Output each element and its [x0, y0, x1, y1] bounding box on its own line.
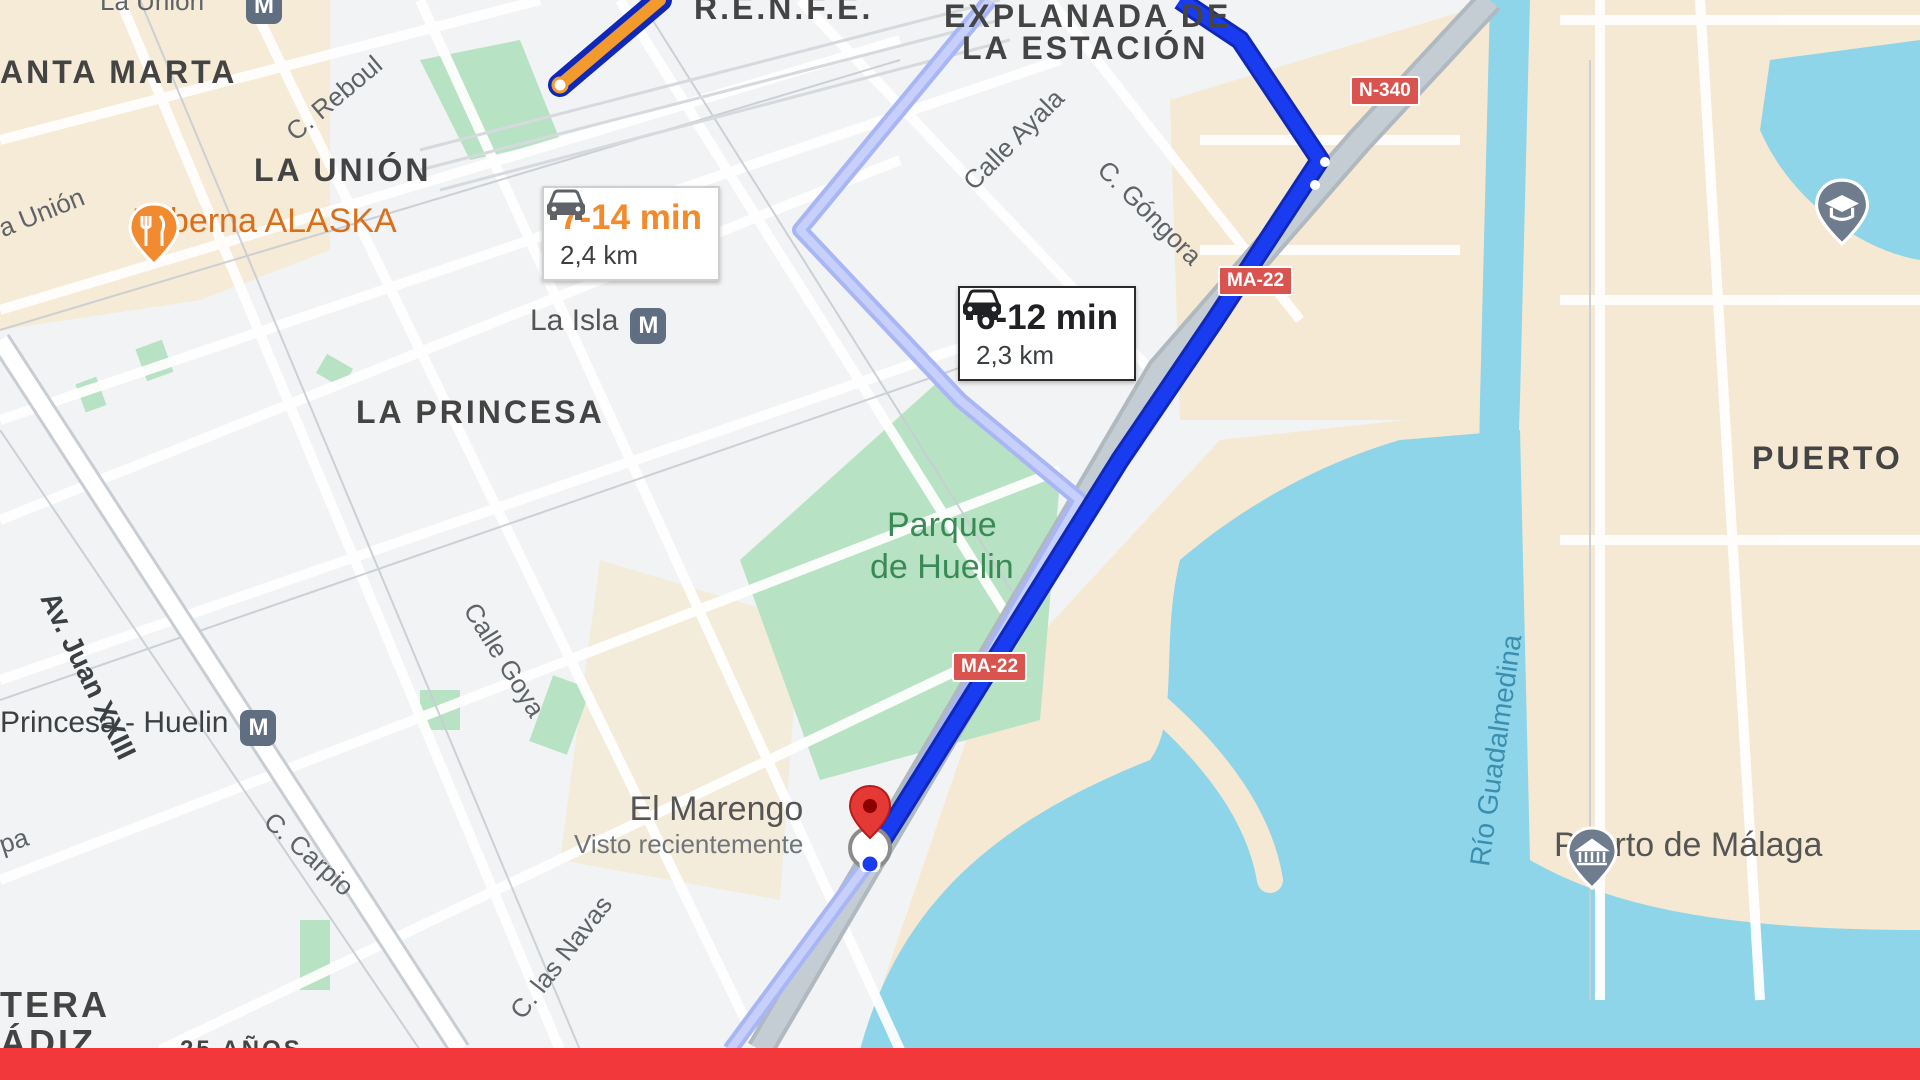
- poi-la-isla[interactable]: La Isla M: [530, 304, 667, 344]
- school-icon: [1814, 178, 1870, 246]
- district-puerto: PUERTO: [1752, 440, 1903, 476]
- bottom-red-bar: [0, 1048, 1920, 1080]
- park-huelin-label: Parque de Huelin: [870, 504, 1014, 588]
- district-la-princesa: LA PRINCESA: [356, 394, 605, 430]
- metro-icon: M: [246, 0, 282, 24]
- district-la-estacion: LA ESTACIÓN: [962, 30, 1209, 66]
- shield-n340: N-340: [1350, 76, 1420, 106]
- location-pin-icon: [848, 784, 892, 872]
- poi-taberna-alaska[interactable]: Taberna ALASKA: [126, 202, 397, 267]
- metro-icon-top: M: [100, 0, 282, 24]
- park-label-line2: de Huelin: [870, 548, 1014, 586]
- park-label-line1: Parque: [887, 506, 997, 544]
- metro-icon: M: [630, 307, 667, 344]
- route-alt-distance: 2,4 km: [560, 240, 639, 270]
- district-santa-marta: ANTA MARTA: [0, 54, 238, 90]
- poi-el-marengo[interactable]: El Marengo Visto recientemente: [574, 790, 803, 860]
- district-tera: TERA: [0, 984, 110, 1025]
- metro-icon: M: [240, 709, 277, 746]
- poi-label-visto: Visto recientemente: [574, 829, 804, 859]
- district-renfe: R.E.N.F.E.: [694, 0, 874, 26]
- car-icon: [547, 189, 585, 220]
- poi-puerto-de-malaga[interactable]: Puerto de Málaga: [1554, 826, 1822, 891]
- route-primary-distance: 2,3 km: [976, 340, 1055, 370]
- poi-label-la-isla: La Isla: [530, 304, 619, 337]
- map-canvas[interactable]: ANTA MARTA LA UNIÓN LA PRINCESA PUERTO E…: [0, 0, 1920, 1080]
- shield-ma22-top: MA-22: [1218, 266, 1294, 296]
- landmark-icon: [1566, 826, 1618, 891]
- poi-label-princesa-huelin: Princesa - Huelin: [0, 706, 229, 739]
- restaurant-icon: [128, 202, 180, 267]
- district-la-union: LA UNIÓN: [254, 152, 432, 188]
- route-card-primary[interactable]: 6-12 min 2,3 km: [958, 286, 1136, 381]
- poi-label-el-marengo: El Marengo: [629, 790, 804, 828]
- shield-ma22-bottom: MA-22: [952, 652, 1028, 682]
- route-card-alternate[interactable]: 7-14 min 2,4 km: [542, 186, 720, 281]
- car-icon: [963, 289, 1001, 320]
- poi-princesa-huelin[interactable]: Princesa - Huelin M: [0, 706, 277, 746]
